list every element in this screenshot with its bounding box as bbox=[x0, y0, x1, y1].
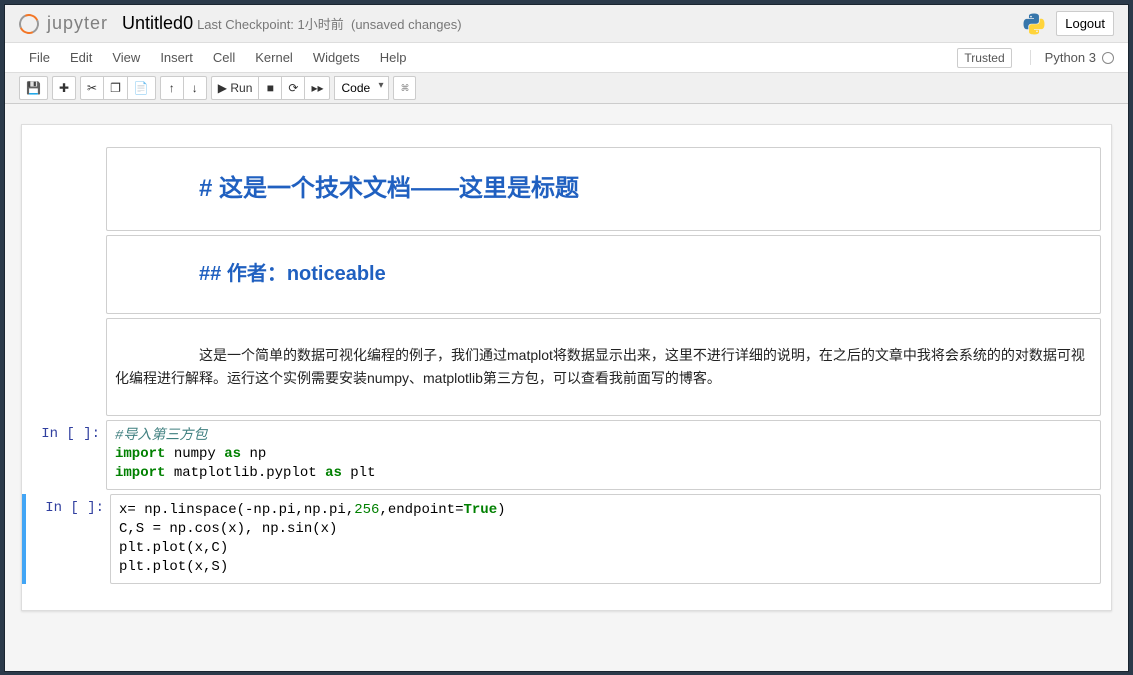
restart-button[interactable]: ⟳ bbox=[281, 76, 305, 100]
prompt bbox=[22, 318, 106, 416]
command-palette-button[interactable]: ⌘ bbox=[393, 76, 416, 100]
menu-kernel[interactable]: Kernel bbox=[245, 46, 303, 69]
restart-run-button[interactable]: ▸▸ bbox=[304, 76, 330, 100]
jupyter-icon bbox=[16, 11, 42, 37]
code-cell[interactable]: In [ ]: #导入第三方包 import numpy as np impor… bbox=[22, 420, 1111, 491]
save-button[interactable]: 💾 bbox=[19, 76, 48, 100]
prompt bbox=[22, 147, 106, 231]
interrupt-button[interactable]: ■ bbox=[258, 76, 282, 100]
paste-button[interactable]: 📄 bbox=[127, 76, 156, 100]
copy-button[interactable]: ❐ bbox=[103, 76, 128, 100]
menu-widgets[interactable]: Widgets bbox=[303, 46, 370, 69]
kernel-indicator[interactable]: Python 3 bbox=[1030, 50, 1114, 65]
prompt bbox=[22, 235, 106, 314]
logo-text: jupyter bbox=[47, 13, 108, 34]
menu-file[interactable]: File bbox=[19, 46, 60, 69]
cut-button[interactable]: ✂ bbox=[80, 76, 104, 100]
kernel-status-icon bbox=[1102, 52, 1114, 64]
jupyter-logo[interactable]: jupyter bbox=[19, 13, 108, 34]
kernel-name: Python 3 bbox=[1045, 50, 1096, 65]
prompt: In [ ]: bbox=[22, 420, 106, 491]
move-up-button[interactable]: ↑ bbox=[160, 76, 184, 100]
menu-view[interactable]: View bbox=[102, 46, 150, 69]
python-icon bbox=[1022, 12, 1046, 36]
markdown-cell[interactable]: 这是一个简单的数据可视化编程的例子，我们通过matplot将数据显示出来，这里不… bbox=[22, 318, 1111, 416]
add-cell-button[interactable]: ✚ bbox=[52, 76, 76, 100]
markdown-paragraph: 这是一个简单的数据可视化编程的例子，我们通过matplot将数据显示出来，这里不… bbox=[115, 347, 1085, 386]
menu-edit[interactable]: Edit bbox=[60, 46, 102, 69]
header: jupyter Untitled0 Last Checkpoint: 1小时前 … bbox=[5, 5, 1128, 43]
cell-input[interactable]: 这是一个简单的数据可视化编程的例子，我们通过matplot将数据显示出来，这里不… bbox=[106, 318, 1101, 416]
cell-input[interactable]: # 这是一个技术文档——这里是标题 bbox=[106, 147, 1101, 231]
code-cell[interactable]: In [ ]: x= np.linspace(-np.pi,np.pi,256,… bbox=[22, 494, 1111, 584]
menu-insert[interactable]: Insert bbox=[150, 46, 203, 69]
move-down-button[interactable]: ↓ bbox=[183, 76, 207, 100]
notebook-title[interactable]: Untitled0 bbox=[122, 13, 193, 34]
logout-button[interactable]: Logout bbox=[1056, 11, 1114, 36]
markdown-h2: ## 作者：noticeable bbox=[199, 263, 386, 285]
cell-type-select[interactable]: Code bbox=[334, 76, 389, 100]
notebook-container: # 这是一个技术文档——这里是标题 ## 作者：noticeable 这是一个简… bbox=[21, 124, 1112, 611]
checkpoint-label: Last Checkpoint: 1小时前 (unsaved changes) bbox=[197, 14, 462, 33]
prompt: In [ ]: bbox=[26, 494, 110, 584]
menu-help[interactable]: Help bbox=[370, 46, 417, 69]
trusted-badge[interactable]: Trusted bbox=[957, 48, 1011, 68]
markdown-cell[interactable]: # 这是一个技术文档——这里是标题 bbox=[22, 147, 1111, 231]
run-button[interactable]: ▶ Run bbox=[211, 76, 260, 100]
menu-cell[interactable]: Cell bbox=[203, 46, 245, 69]
notebook-area: # 这是一个技术文档——这里是标题 ## 作者：noticeable 这是一个简… bbox=[5, 104, 1128, 671]
menu-bar: File Edit View Insert Cell Kernel Widget… bbox=[5, 43, 1128, 73]
markdown-cell[interactable]: ## 作者：noticeable bbox=[22, 235, 1111, 314]
markdown-h1: # 这是一个技术文档——这里是标题 bbox=[199, 175, 579, 202]
toolbar: 💾 ✚ ✂ ❐ 📄 ↑ ↓ ▶ Run ■ ⟳ ▸▸ Code ⌘ bbox=[5, 73, 1128, 104]
cell-input[interactable]: ## 作者：noticeable bbox=[106, 235, 1101, 314]
cell-input[interactable]: #导入第三方包 import numpy as np import matplo… bbox=[106, 420, 1101, 491]
cell-input[interactable]: x= np.linspace(-np.pi,np.pi,256,endpoint… bbox=[110, 494, 1101, 584]
